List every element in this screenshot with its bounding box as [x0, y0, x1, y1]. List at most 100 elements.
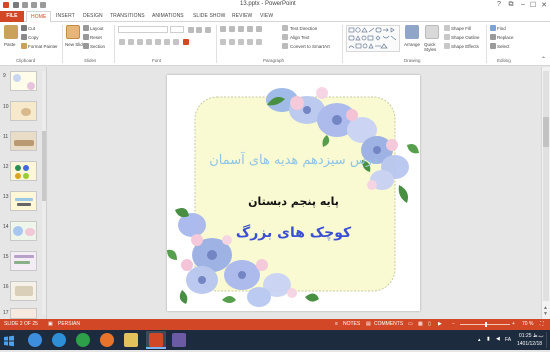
redo-icon[interactable]	[31, 2, 37, 8]
language-indicator[interactable]: PERSIAN	[58, 321, 80, 327]
normal-view-icon[interactable]: ▭	[408, 321, 413, 327]
arrange-icon[interactable]	[405, 25, 419, 39]
shape-outline-button[interactable]: Shape Outline	[451, 35, 480, 40]
scrollbar-thumb[interactable]	[42, 131, 46, 201]
cut-button[interactable]: Cut	[28, 26, 35, 31]
zoom-slider-handle[interactable]	[485, 322, 487, 327]
comments-icon[interactable]: ▤	[366, 321, 371, 327]
volume-icon[interactable]: ◀	[496, 336, 500, 342]
format-painter-icon[interactable]	[21, 43, 27, 49]
slide-thumbnail[interactable]	[10, 221, 37, 241]
tab-transitions[interactable]: TRANSITIONS	[110, 13, 145, 19]
increase-indent-icon[interactable]	[247, 26, 253, 32]
tab-view[interactable]: VIEW	[260, 13, 273, 19]
line-spacing-icon[interactable]	[256, 26, 262, 32]
scrollbar-thumb[interactable]	[543, 117, 549, 147]
slide-title[interactable]: درس سیزدهم هدیه های آسمان	[167, 153, 420, 168]
columns-icon[interactable]	[256, 39, 262, 45]
slide-editing-area[interactable]: درس سیزدهم هدیه های آسمان پایه پنجم دبست…	[48, 67, 541, 319]
slide-thumbnail[interactable]	[10, 101, 37, 121]
ribbon-display-button[interactable]: ⧉	[506, 1, 516, 9]
align-text-button[interactable]: Align Text	[290, 35, 309, 40]
clock-date[interactable]: 1401/12/18	[517, 341, 542, 347]
slide-thumbnail[interactable]	[10, 191, 37, 211]
tab-insert[interactable]: INSERT	[56, 13, 75, 19]
slide-thumbnail[interactable]	[10, 71, 37, 91]
align-left-icon[interactable]	[220, 39, 226, 45]
undo-icon[interactable]	[22, 2, 28, 8]
tab-home[interactable]: HOME	[26, 11, 52, 22]
smartart-icon[interactable]	[282, 43, 288, 49]
bold-icon[interactable]	[119, 39, 125, 45]
change-case-icon[interactable]	[173, 39, 179, 45]
slide-thumbnail[interactable]	[10, 308, 37, 319]
tab-design[interactable]: DESIGN	[83, 13, 103, 19]
copy-icon[interactable]	[21, 34, 27, 40]
zoom-out-icon[interactable]: −	[452, 321, 455, 327]
slide-scrollbar[interactable]: ▲ ▼	[541, 67, 550, 319]
align-text-icon[interactable]	[282, 34, 288, 40]
text-direction-icon[interactable]	[282, 25, 288, 31]
clock-time[interactable]: 01:25 ب.ظ	[519, 333, 544, 339]
help-button[interactable]: ?	[494, 1, 504, 8]
shape-effects-icon[interactable]	[444, 43, 450, 49]
align-center-icon[interactable]	[229, 39, 235, 45]
underline-icon[interactable]	[137, 39, 143, 45]
language-bar[interactable]: FA	[505, 337, 511, 343]
shapes-gallery[interactable]	[346, 25, 400, 52]
firefox-icon[interactable]	[100, 333, 114, 347]
start-slideshow-icon[interactable]	[40, 2, 46, 8]
spell-check-icon[interactable]: ▣	[48, 321, 53, 327]
format-painter-button[interactable]: Format Painter	[28, 44, 58, 49]
shape-effects-button[interactable]: Shape Effects	[451, 44, 479, 49]
ie-browser-icon[interactable]	[28, 333, 42, 347]
strikethrough-icon[interactable]	[155, 39, 161, 45]
reset-icon[interactable]	[83, 34, 89, 40]
close-button[interactable]: ✕	[539, 1, 549, 9]
layout-button[interactable]: Layout	[90, 26, 104, 31]
network-icon[interactable]: ▮	[487, 336, 490, 342]
minimize-button[interactable]: –	[518, 1, 528, 8]
slide-thumbnail[interactable]	[10, 131, 37, 151]
select-icon[interactable]	[490, 43, 496, 49]
current-slide[interactable]: درس سیزدهم هدیه های آسمان پایه پنجم دبست…	[167, 75, 420, 311]
notes-button[interactable]: NOTES	[343, 321, 360, 327]
slide-thumbnails-pane[interactable]: 9 10 11 12 13 14 15 16 17	[0, 67, 47, 319]
reset-button[interactable]: Reset	[90, 35, 102, 40]
comments-button[interactable]: COMMENTS	[374, 321, 403, 327]
quick-styles-button[interactable]: Quick Styles	[424, 42, 442, 52]
slide-sorter-icon[interactable]: ▦	[418, 321, 423, 327]
paste-button[interactable]: Paste	[4, 42, 16, 47]
decrease-indent-icon[interactable]	[238, 26, 244, 32]
next-slide-icon[interactable]: ▼	[543, 311, 548, 317]
chrome-icon[interactable]	[76, 333, 90, 347]
convert-smartart-button[interactable]: Convert to SmartArt	[290, 44, 330, 49]
scrollbar-track[interactable]	[543, 71, 549, 301]
justify-icon[interactable]	[247, 39, 253, 45]
zoom-in-icon[interactable]: +	[512, 321, 515, 327]
new-slide-icon[interactable]	[66, 25, 80, 39]
grow-font-icon[interactable]	[188, 27, 194, 33]
section-button[interactable]: Section	[90, 44, 105, 49]
text-direction-button[interactable]: Text Direction	[290, 26, 317, 31]
media-player-icon[interactable]	[52, 333, 66, 347]
fit-to-window-icon[interactable]: ⛶	[540, 321, 544, 327]
italic-icon[interactable]	[128, 39, 134, 45]
numbering-icon[interactable]	[229, 26, 235, 32]
find-icon[interactable]	[490, 25, 496, 31]
character-spacing-icon[interactable]	[164, 39, 170, 45]
reading-view-icon[interactable]: ▯	[428, 321, 431, 327]
tray-arrow-icon[interactable]: ▴	[478, 337, 481, 343]
show-desktop-button[interactable]	[546, 332, 549, 348]
layout-icon[interactable]	[83, 25, 89, 31]
save-icon[interactable]	[13, 2, 19, 8]
maximize-button[interactable]: ☐	[528, 1, 538, 9]
copy-button[interactable]: Copy	[28, 35, 39, 40]
arrange-button[interactable]: Arrange	[404, 42, 420, 47]
shrink-font-icon[interactable]	[196, 27, 202, 33]
section-icon[interactable]	[83, 43, 89, 49]
quick-styles-icon[interactable]	[425, 25, 439, 39]
font-family-select[interactable]	[118, 26, 168, 33]
clear-formatting-icon[interactable]	[205, 27, 211, 33]
zoom-level[interactable]: 70 %	[522, 321, 533, 327]
